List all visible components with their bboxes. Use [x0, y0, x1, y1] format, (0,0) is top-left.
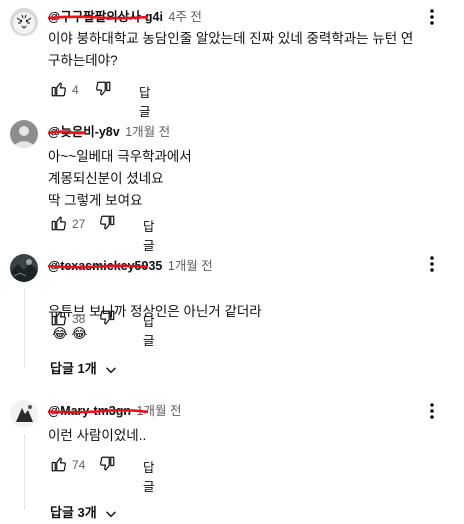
like-count: 74 — [72, 458, 86, 472]
author-handle[interactable]: @Mary-tm3gn — [48, 404, 148, 418]
dislike-icon[interactable] — [94, 80, 112, 98]
dislike-icon[interactable] — [98, 214, 116, 232]
white-tiger-avatar-icon — [10, 8, 38, 36]
comment-text: 이야 붕하대학교 농담인줄 알았는데 진짜 있네 중력학과는 뉴턴 연 구하는데… — [48, 31, 414, 68]
avatar[interactable] — [10, 8, 38, 36]
replies-toggle-label: 답글 3개 — [50, 505, 97, 520]
comment-header: @texasmickey5935 1개월 전 — [48, 258, 213, 274]
reply-button[interactable]: 답글 — [143, 311, 155, 349]
reply-button[interactable]: 답글 — [143, 457, 155, 495]
comment-text: 아~~일베대 극우학과에서 계몽되신분이 셨네요 딱 그렇게 보여요 — [48, 149, 192, 208]
author-handle[interactable]: @구구팔팔의상사-g4i — [48, 10, 166, 24]
avatar[interactable] — [10, 120, 38, 148]
replies-toggle-button[interactable]: 답글 3개 — [50, 502, 118, 521]
author-handle[interactable]: @texasmickey5935 — [48, 259, 166, 273]
avatar[interactable] — [10, 400, 38, 428]
more-options-icon[interactable] — [424, 401, 440, 421]
emoji-text: 😂 😂 — [52, 326, 88, 341]
gray-person-avatar-icon — [10, 120, 38, 148]
thread-line — [24, 288, 25, 368]
avatar[interactable] — [10, 254, 38, 282]
reply-button[interactable]: 답글 — [143, 216, 155, 254]
replies-toggle-label: 답글 1개 — [50, 361, 97, 376]
author-handle-text: @Mary-tm3gn — [48, 404, 132, 418]
replies-toggle-button[interactable]: 답글 1개 — [50, 358, 118, 377]
like-icon[interactable] — [50, 455, 68, 473]
comment-time: 4주 전 — [168, 10, 202, 24]
comments-section: @구구팔팔의상사-g4i 4주 전 이야 붕하대학교 농담인줄 알았는데 진짜 … — [0, 0, 464, 524]
comment-text: 이런 사람이었네.. — [48, 428, 147, 443]
comment-time: 1개월 전 — [167, 259, 213, 273]
dark-photo-avatar-icon — [10, 254, 38, 282]
like-icon[interactable] — [50, 80, 68, 98]
more-options-icon[interactable] — [424, 254, 440, 274]
like-icon[interactable] — [50, 214, 68, 232]
more-options-icon[interactable] — [424, 7, 440, 27]
like-count: 27 — [72, 217, 86, 231]
comment-time: 1개월 전 — [125, 125, 171, 139]
white-photo-avatar-icon — [10, 400, 38, 428]
like-icon[interactable] — [50, 309, 68, 327]
like-count: 4 — [72, 83, 79, 97]
chevron-down-icon — [106, 511, 117, 517]
dislike-icon[interactable] — [98, 309, 116, 327]
comment-header: @Mary-tm3gn 1개월 전 — [48, 403, 181, 419]
chevron-down-icon — [106, 367, 117, 373]
author-handle-text: @texasmickey5935 — [48, 259, 163, 273]
comment-time: 1개월 전 — [136, 404, 182, 418]
like-count: 38 — [72, 312, 86, 326]
comment-header: @늦은비-y8v 1개월 전 — [48, 124, 170, 140]
comment-header: @구구팔팔의상사-g4i 4주 전 — [48, 9, 202, 25]
author-handle-text: @구구팔팔의상사-g4i — [48, 10, 163, 24]
reply-button[interactable]: 답글 — [139, 82, 151, 120]
author-handle[interactable]: @늦은비-y8v — [48, 125, 123, 139]
dislike-icon[interactable] — [98, 455, 116, 473]
author-handle-text: @늦은비-y8v — [48, 125, 120, 139]
thread-line — [24, 434, 25, 510]
